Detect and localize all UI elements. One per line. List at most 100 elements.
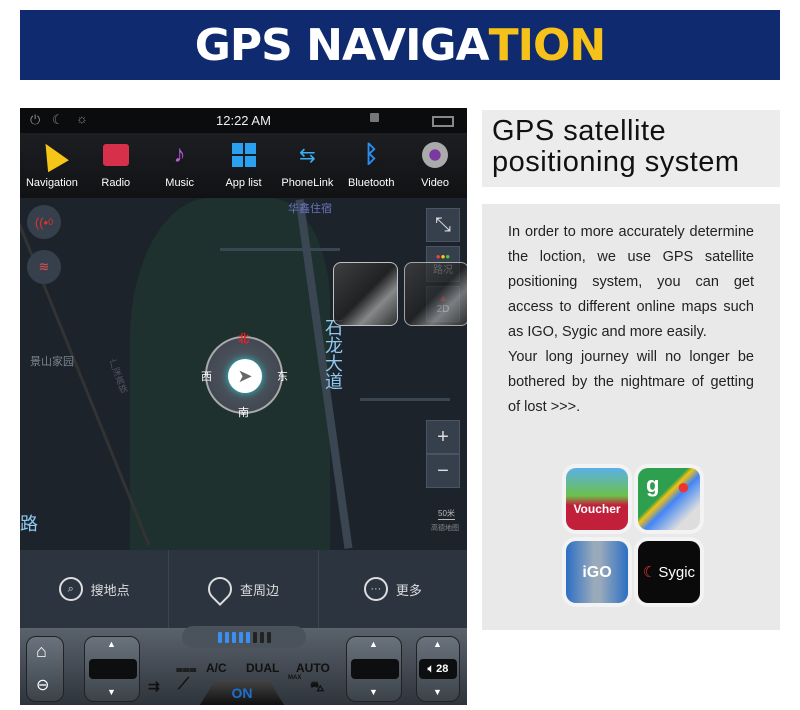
alert-icon: ((• xyxy=(34,214,49,230)
minus-icon: − xyxy=(437,459,449,482)
recirculation-icon[interactable]: ⛍ xyxy=(310,678,324,697)
back-icon[interactable]: ⊖ xyxy=(36,675,49,695)
location-pin-icon xyxy=(203,572,237,606)
video-icon xyxy=(420,140,450,170)
road xyxy=(360,398,450,401)
right-temp-control[interactable]: ▲ ▼ xyxy=(346,636,402,702)
app-name: iGO xyxy=(582,563,612,581)
app-phonelink[interactable]: ⇆ PhoneLink xyxy=(275,133,339,198)
fan-level-segment xyxy=(259,631,264,643)
map-label: 广深高铁 xyxy=(107,357,129,395)
banner-title-white: GPS NAVIGA xyxy=(194,19,490,71)
app-label: Video xyxy=(421,177,450,189)
voucher-app-icon: Voucher xyxy=(566,468,628,530)
fan-level-segment xyxy=(266,631,271,643)
banner-title-yellow: TION xyxy=(488,19,607,71)
glare-overlay xyxy=(404,262,467,326)
app-label: Bluetooth xyxy=(347,177,395,189)
map-provider: 高德地图 xyxy=(431,525,459,532)
fan-level-segment xyxy=(217,631,222,643)
home-icon[interactable]: ⌂ xyxy=(36,641,47,662)
alert-count: 0 xyxy=(48,217,54,227)
music-icon: ♪ xyxy=(173,141,186,168)
map-label: 景山家园 xyxy=(30,356,74,368)
airflow-icon[interactable]: ⇉ xyxy=(148,678,160,695)
climate-panel: ⌂ ⊖ ▲ ▼ ⩶ A/C DUAL AUTO ⇉ ⟋ ON MAX ⛍ ▲ ▼… xyxy=(20,626,467,705)
brightness-icon[interactable]: ☼ xyxy=(76,111,88,126)
app-bar: Navigation Radio ♪ Music App list ⇆ PhoneL… xyxy=(20,133,467,198)
app-list-icon xyxy=(229,140,259,170)
road xyxy=(220,248,340,251)
temp-down-icon[interactable]: ▼ xyxy=(107,687,116,697)
banner: GPS NAVIGA TION xyxy=(20,10,780,80)
fan-level-segment xyxy=(238,631,243,643)
zoom-in-button[interactable]: + xyxy=(426,420,460,454)
temp-up-icon[interactable]: ▲ xyxy=(369,639,378,649)
volume-down-icon[interactable]: ▼ xyxy=(433,687,442,697)
compass-south: 南 xyxy=(238,407,249,419)
road-label: 路 xyxy=(20,514,38,534)
dual-button[interactable]: DUAL xyxy=(246,661,279,675)
search-place-button[interactable]: ⌕ 搜地点 xyxy=(20,550,170,628)
fullscreen-exit-button[interactable]: ⤡ xyxy=(426,208,460,242)
phonelink-icon: ⇆ xyxy=(298,144,316,167)
more-icon: ··· xyxy=(363,577,388,601)
map-label: 华鑫住宿 xyxy=(288,203,332,215)
recent-apps-icon[interactable] xyxy=(432,116,454,127)
app-music[interactable]: ♪ Music xyxy=(148,133,212,198)
fan-level-segment xyxy=(224,631,229,643)
compass-north: 北 xyxy=(238,333,249,345)
volume-control[interactable]: ▲ 🔈︎ 28 ▼ xyxy=(416,636,460,702)
description-box: In order to more accurately determine th… xyxy=(482,204,780,630)
temp-up-icon[interactable]: ▲ xyxy=(107,639,116,649)
max-defrost-button[interactable]: MAX xyxy=(288,675,301,681)
status-bar: ⏻ ☾ ☼ 12:22 AM xyxy=(20,108,467,133)
signal-button[interactable]: ≋ xyxy=(27,250,61,284)
status-time: 12:22 AM xyxy=(216,113,271,128)
app-app-list[interactable]: App list xyxy=(212,133,276,198)
plus-icon: + xyxy=(437,425,449,448)
volume-value: 28 xyxy=(436,663,449,675)
fan-level-segment xyxy=(245,631,250,643)
description-paragraph: Your long journey will no longer be both… xyxy=(508,349,754,415)
nearby-button[interactable]: 查周边 xyxy=(169,550,319,628)
left-temp-control[interactable]: ▲ ▼ xyxy=(84,636,140,702)
map-action-bar: ⌕ 搜地点 查周边 ··· 更多 xyxy=(20,550,467,628)
app-label: Radio xyxy=(101,177,131,189)
feature-title: GPS satellite positioning system xyxy=(482,110,780,187)
app-navigation[interactable]: Navigation xyxy=(20,133,84,198)
map-scale: 50米 xyxy=(438,509,455,520)
volume-up-icon[interactable]: ▲ xyxy=(433,639,442,649)
night-mode-icon[interactable]: ☾ xyxy=(52,112,64,128)
compass-east: 东 xyxy=(277,371,288,383)
radio-icon xyxy=(101,140,131,170)
auto-button[interactable]: AUTO xyxy=(296,661,330,675)
compass[interactable]: 北 南 东 西 ➤ xyxy=(201,333,288,419)
description-paragraph: In order to more accurately determine th… xyxy=(508,224,754,340)
defrost-icon[interactable]: ⩶ xyxy=(176,662,197,677)
home-back-pad: ⌂ ⊖ xyxy=(26,636,64,702)
app-radio[interactable]: Radio xyxy=(84,133,148,198)
power-on-button[interactable]: ON xyxy=(200,680,284,705)
alert-button[interactable]: ((• 0 xyxy=(27,205,61,239)
temp-down-icon[interactable]: ▼ xyxy=(369,687,378,697)
power-icon[interactable]: ⏻ xyxy=(30,112,40,128)
ac-button[interactable]: A/C xyxy=(206,661,227,675)
seat-airflow-icon[interactable]: ⟋ xyxy=(178,676,189,694)
button-label: 更多 xyxy=(395,582,422,598)
app-label: PhoneLink xyxy=(281,177,334,189)
fan-speed-bar[interactable] xyxy=(182,626,306,648)
lock-icon xyxy=(370,113,379,122)
map-view[interactable]: 华鑫住宿 景山家园 广深高铁 石龙大道 路 ((• 0 ≋ 北 南 东 西 ➤ ⤡… xyxy=(20,198,467,550)
title-line: positioning system xyxy=(492,146,740,178)
more-button[interactable]: ··· 更多 xyxy=(319,550,467,628)
app-video[interactable]: Video xyxy=(403,133,467,198)
zoom-out-button[interactable]: − xyxy=(426,454,460,488)
app-label: Navigation xyxy=(25,177,78,189)
speaker-icon: 🔈︎ xyxy=(427,662,435,675)
igo-app-icon: iGO xyxy=(566,541,628,603)
right-temp-display xyxy=(351,659,399,679)
car-position-icon: ➤ xyxy=(228,359,262,393)
app-bluetooth[interactable]: ᛒ Bluetooth xyxy=(339,133,403,198)
fan-level-segment xyxy=(231,631,236,643)
